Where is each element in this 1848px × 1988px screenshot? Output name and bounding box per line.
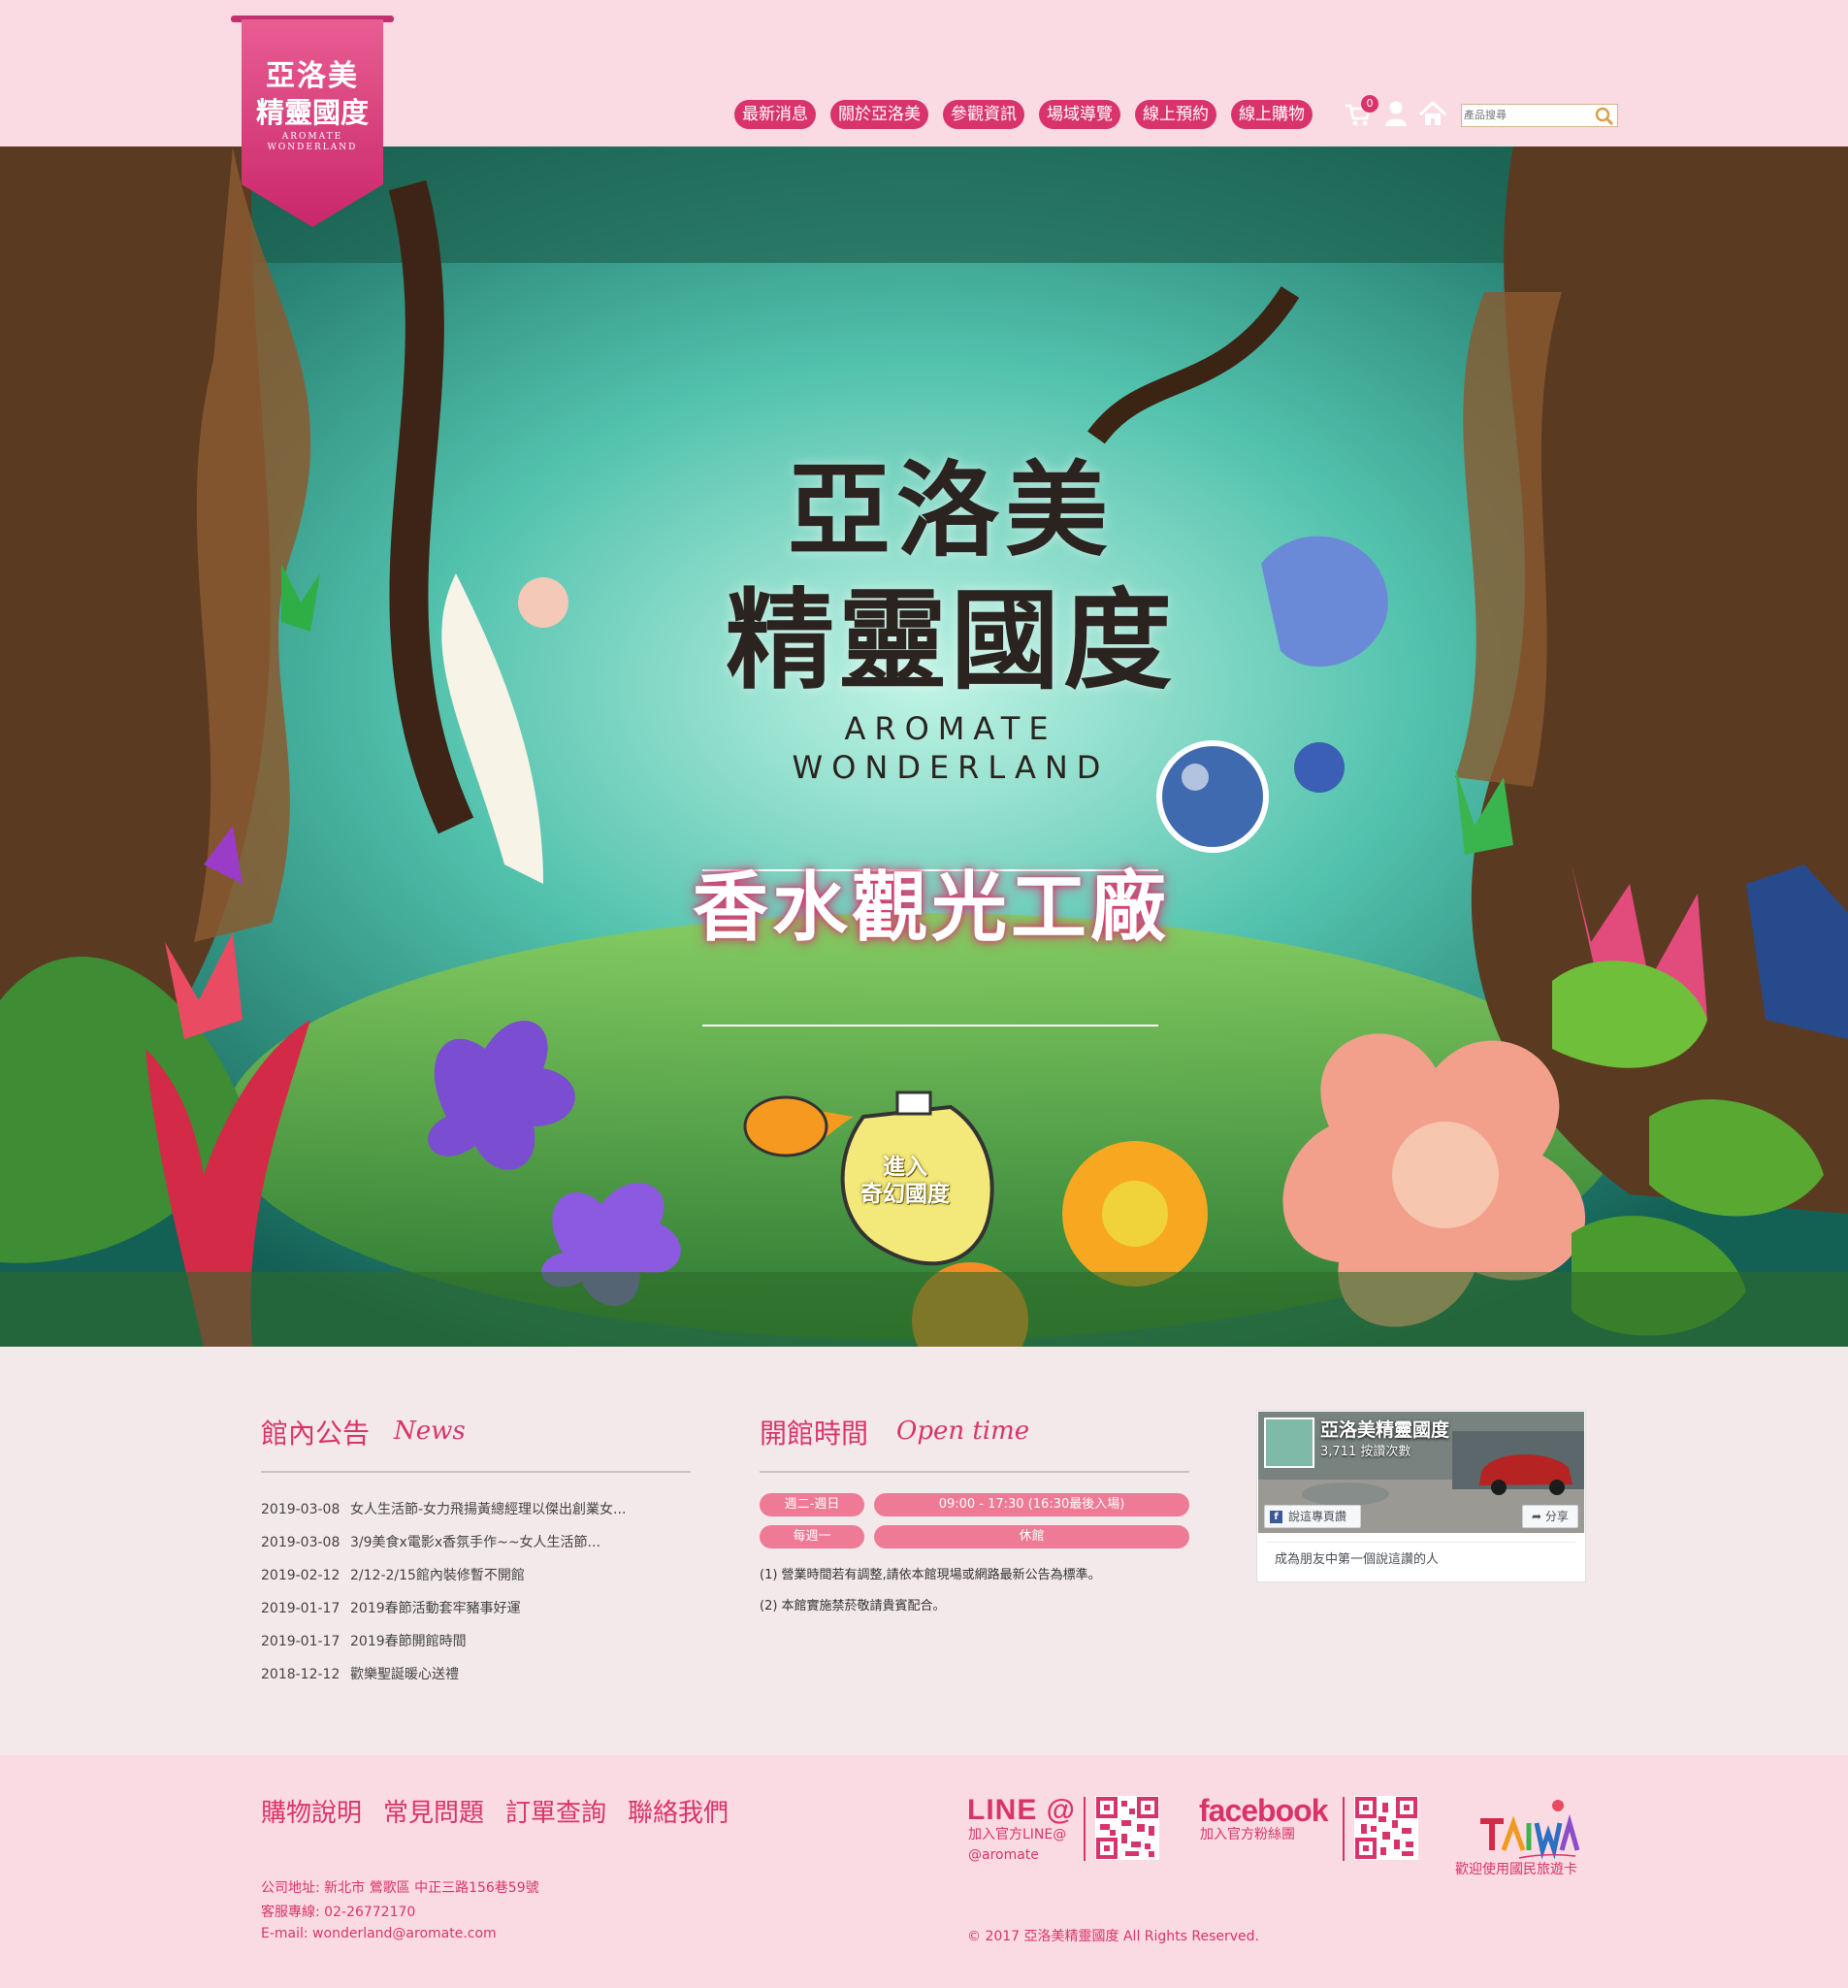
news-item[interactable]: 2019-03-08 女人生活節-女力飛揚黃總經理以傑出創業女... (261, 1499, 626, 1518)
facebook-like-count: 3,711 按讚次數 (1320, 1445, 1411, 1459)
news-item[interactable]: 2019-03-08 3/9美食x電影x香氛手作~~女人生活節... (261, 1532, 600, 1551)
enter-line2: 奇幻國度 (860, 1181, 950, 1207)
hero-title-line2: 精靈國度 (726, 577, 1176, 704)
footer-link-order-lookup[interactable]: 訂單查詢 (505, 1793, 606, 1829)
company-address: 公司地址: 新北市 鶯歌區 中正三路156巷59號 (261, 1880, 539, 1896)
nav-shop[interactable]: 線上購物 (1231, 100, 1313, 129)
news-title-en: News (394, 1417, 466, 1446)
line-logo[interactable]: LINE @ (967, 1794, 1076, 1827)
share-arrow-icon: ➦ (1532, 1510, 1545, 1523)
home-icon[interactable] (1417, 98, 1448, 129)
open-day-pill: 週二-週日 (760, 1493, 864, 1516)
news-text: 3/9美食x電影x香氛手作~~女人生活節... (350, 1535, 600, 1550)
main-nav: 最新消息 關於亞洛美 參觀資訊 場域導覽 線上預約 線上購物 (734, 100, 1313, 129)
hero-english-line2: WONDERLAND (792, 749, 1110, 786)
open-time-note: (2) 本館實施禁菸敬請貴賓配合。 (760, 1599, 946, 1613)
taiwan-tourism-logo (1461, 1794, 1587, 1862)
hero-english-line1: AROMATE (844, 710, 1057, 747)
hero-title: 亞洛美 精靈國度 AROMATE WONDERLAND (660, 447, 1242, 787)
facebook-like-button[interactable]: f 說這專頁讚 (1264, 1505, 1361, 1528)
news-text: 2019春節開館時間 (350, 1634, 467, 1649)
line-separator (1084, 1797, 1086, 1861)
facebook-page-name[interactable]: 亞洛美精靈國度 (1320, 1416, 1449, 1442)
site-logo[interactable]: 亞洛美 精靈國度 AROMATE WONDERLAND (242, 19, 383, 227)
news-text: 2/12-2/15館內裝修暫不開館 (350, 1568, 525, 1583)
news-item[interactable]: 2019-01-17 2019春節活動套牢豬事好運 (261, 1598, 521, 1617)
footer-link-faq[interactable]: 常見問題 (383, 1793, 484, 1829)
user-icon[interactable] (1380, 98, 1411, 129)
open-time-title-en: Open time (896, 1417, 1030, 1446)
news-date: 2019-01-17 (261, 1601, 340, 1616)
hero-title-line1: 亞洛美 (788, 449, 1114, 570)
open-time-divider (760, 1471, 1189, 1473)
news-divider (261, 1471, 691, 1473)
nav-venue-guide[interactable]: 場域導覽 (1039, 100, 1120, 129)
facebook-join-text: 加入官方粉絲團 (1200, 1827, 1295, 1842)
nav-news[interactable]: 最新消息 (734, 100, 816, 129)
facebook-share-label: 分享 (1544, 1510, 1569, 1523)
footer-link-shopping-guide[interactable]: 購物說明 (261, 1793, 362, 1829)
service-email[interactable]: E-mail: wonderland@aromate.com (261, 1926, 497, 1941)
facebook-share-button[interactable]: ➦ 分享 (1522, 1505, 1578, 1528)
nav-booking[interactable]: 線上預約 (1135, 100, 1216, 129)
news-text: 2019春節活動套牢豬事好運 (350, 1601, 521, 1616)
nav-visit-info[interactable]: 參觀資訊 (943, 100, 1024, 129)
logo-title-line1: 亞洛美 (266, 59, 359, 93)
copyright: © 2017 亞洛美精靈國度 All Rights Reserved. (967, 1929, 1260, 1944)
facebook-friend-text: 成為朋友中第一個說這讚的人 (1267, 1542, 1575, 1577)
news-text: 歡樂聖誕暖心送禮 (350, 1667, 459, 1682)
logo-title-line2: 精靈國度 (255, 96, 369, 129)
facebook-separator (1343, 1797, 1345, 1861)
footer-links: 購物說明 常見問題 訂單查詢 聯絡我們 (261, 1793, 729, 1829)
open-time-title: 開館時間 (760, 1418, 869, 1450)
enter-button-label: 進入 奇幻國度 (852, 1154, 958, 1208)
news-text: 女人生活節-女力飛揚黃總經理以傑出創業女... (350, 1502, 627, 1517)
news-date: 2019-03-08 (261, 1502, 340, 1517)
footer-link-contact[interactable]: 聯絡我們 (628, 1793, 729, 1829)
facebook-like-label: 說這專頁讚 (1288, 1510, 1347, 1523)
cart-count-badge: 0 (1361, 95, 1378, 113)
hero-banner: 亞洛美 精靈國度 AROMATE WONDERLAND 香水觀光工廠 進入 奇幻… (0, 147, 1848, 1347)
travel-card-caption: 歡迎使用國民旅遊卡 (1455, 1862, 1577, 1877)
facebook-qr-code (1354, 1796, 1418, 1860)
open-hours-pill: 09:00 - 17:30 (16:30最後入場) (874, 1493, 1189, 1516)
facebook-page-avatar[interactable] (1264, 1418, 1314, 1468)
news-date: 2019-01-17 (261, 1634, 340, 1649)
facebook-f-icon: f (1270, 1511, 1282, 1523)
news-item[interactable]: 2019-01-17 2019春節開館時間 (261, 1631, 467, 1650)
news-title: 館內公告 (261, 1418, 371, 1450)
search-icon[interactable] (1594, 106, 1615, 127)
line-id: @aromate (968, 1847, 1039, 1863)
service-phone: 客服專線: 02-26772170 (261, 1905, 416, 1920)
line-qr-code (1095, 1796, 1159, 1860)
news-date: 2018-12-12 (261, 1667, 340, 1682)
line-join-text: 加入官方LINE@ (968, 1827, 1067, 1842)
enter-line1: 進入 (883, 1154, 927, 1180)
search-input[interactable] (1464, 107, 1590, 124)
news-date: 2019-02-12 (261, 1568, 340, 1583)
hero-subtitle: 香水觀光工廠 (692, 864, 1170, 952)
logo-english: AROMATE WONDERLAND (267, 132, 358, 152)
search-box (1461, 104, 1618, 127)
nav-about[interactable]: 關於亞洛美 (830, 100, 928, 129)
closed-day-pill: 每週一 (760, 1525, 864, 1548)
hero-divider-bottom (702, 1025, 1158, 1027)
closed-hours-pill: 休館 (874, 1525, 1189, 1548)
news-item[interactable]: 2018-12-12 歡樂聖誕暖心送禮 (261, 1664, 459, 1683)
news-date: 2019-03-08 (261, 1535, 340, 1550)
open-time-note: (1) 營業時間若有調整,請依本館現場或網路最新公告為標準。 (760, 1568, 1101, 1582)
news-item[interactable]: 2019-02-12 2/12-2/15館內裝修暫不開館 (261, 1565, 525, 1584)
